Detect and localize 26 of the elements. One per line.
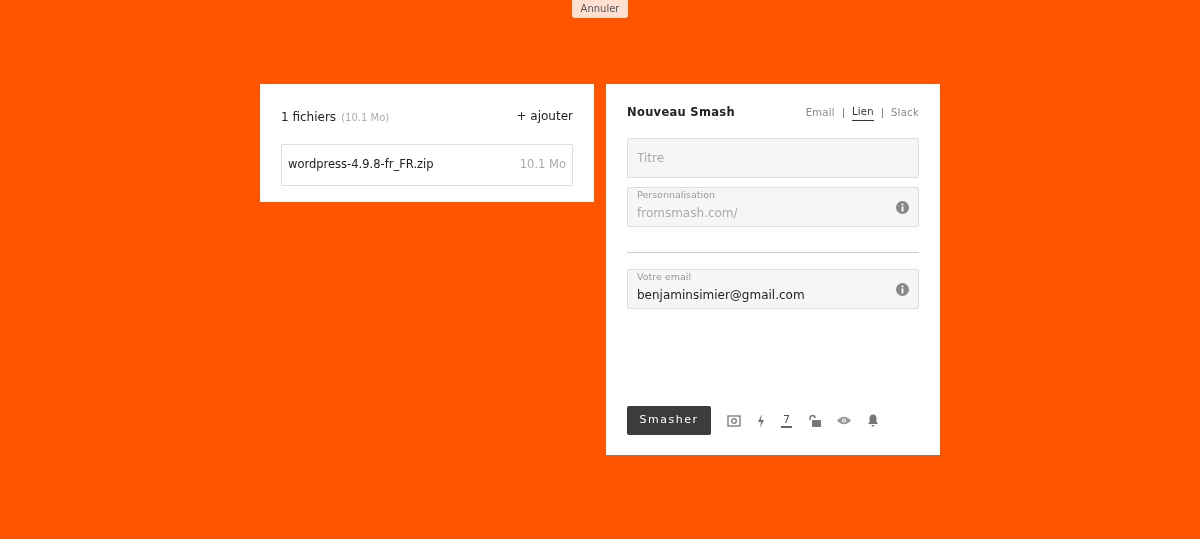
lightning-icon[interactable] bbox=[757, 413, 765, 428]
field-value: fromsmash.com/ bbox=[637, 206, 738, 221]
smasher-button[interactable]: Smasher bbox=[627, 406, 711, 435]
info-icon[interactable] bbox=[896, 282, 909, 296]
info-icon[interactable] bbox=[896, 200, 909, 214]
eye-icon[interactable] bbox=[837, 416, 851, 425]
field-label: Votre email bbox=[637, 272, 693, 283]
photo-icon[interactable] bbox=[727, 414, 741, 427]
file-count: 1 fichiers bbox=[281, 110, 337, 124]
panel-title: Nouveau Smash bbox=[627, 104, 735, 121]
share-tab[interactable]: Slack bbox=[890, 104, 919, 121]
expiry-days[interactable]: 7 bbox=[781, 412, 792, 429]
title-field[interactable]: Titre bbox=[627, 138, 919, 179]
share-tab[interactable]: Email bbox=[805, 104, 835, 121]
file-name: wordpress-4.9.8-fr_FR.zip bbox=[288, 156, 434, 174]
file-size: 10.1 Mo bbox=[519, 156, 566, 174]
bell-icon[interactable] bbox=[867, 414, 879, 427]
cancel-button[interactable]: Annuler bbox=[571, 0, 629, 18]
unlock-icon[interactable] bbox=[808, 414, 821, 427]
file-row[interactable]: wordpress-4.9.8-fr_FR.zip 10.1 Mo bbox=[281, 144, 573, 186]
field-label: Personnalisation bbox=[637, 190, 716, 201]
email-field[interactable]: Votre email benjaminsimier@gmail.com bbox=[627, 269, 919, 310]
field-value: benjaminsimier@gmail.com bbox=[637, 288, 805, 303]
total-size: (10.1 Mo) bbox=[341, 112, 390, 123]
share-tab[interactable]: Lien bbox=[851, 104, 874, 122]
add-files-link[interactable]: + ajouter bbox=[516, 107, 573, 125]
